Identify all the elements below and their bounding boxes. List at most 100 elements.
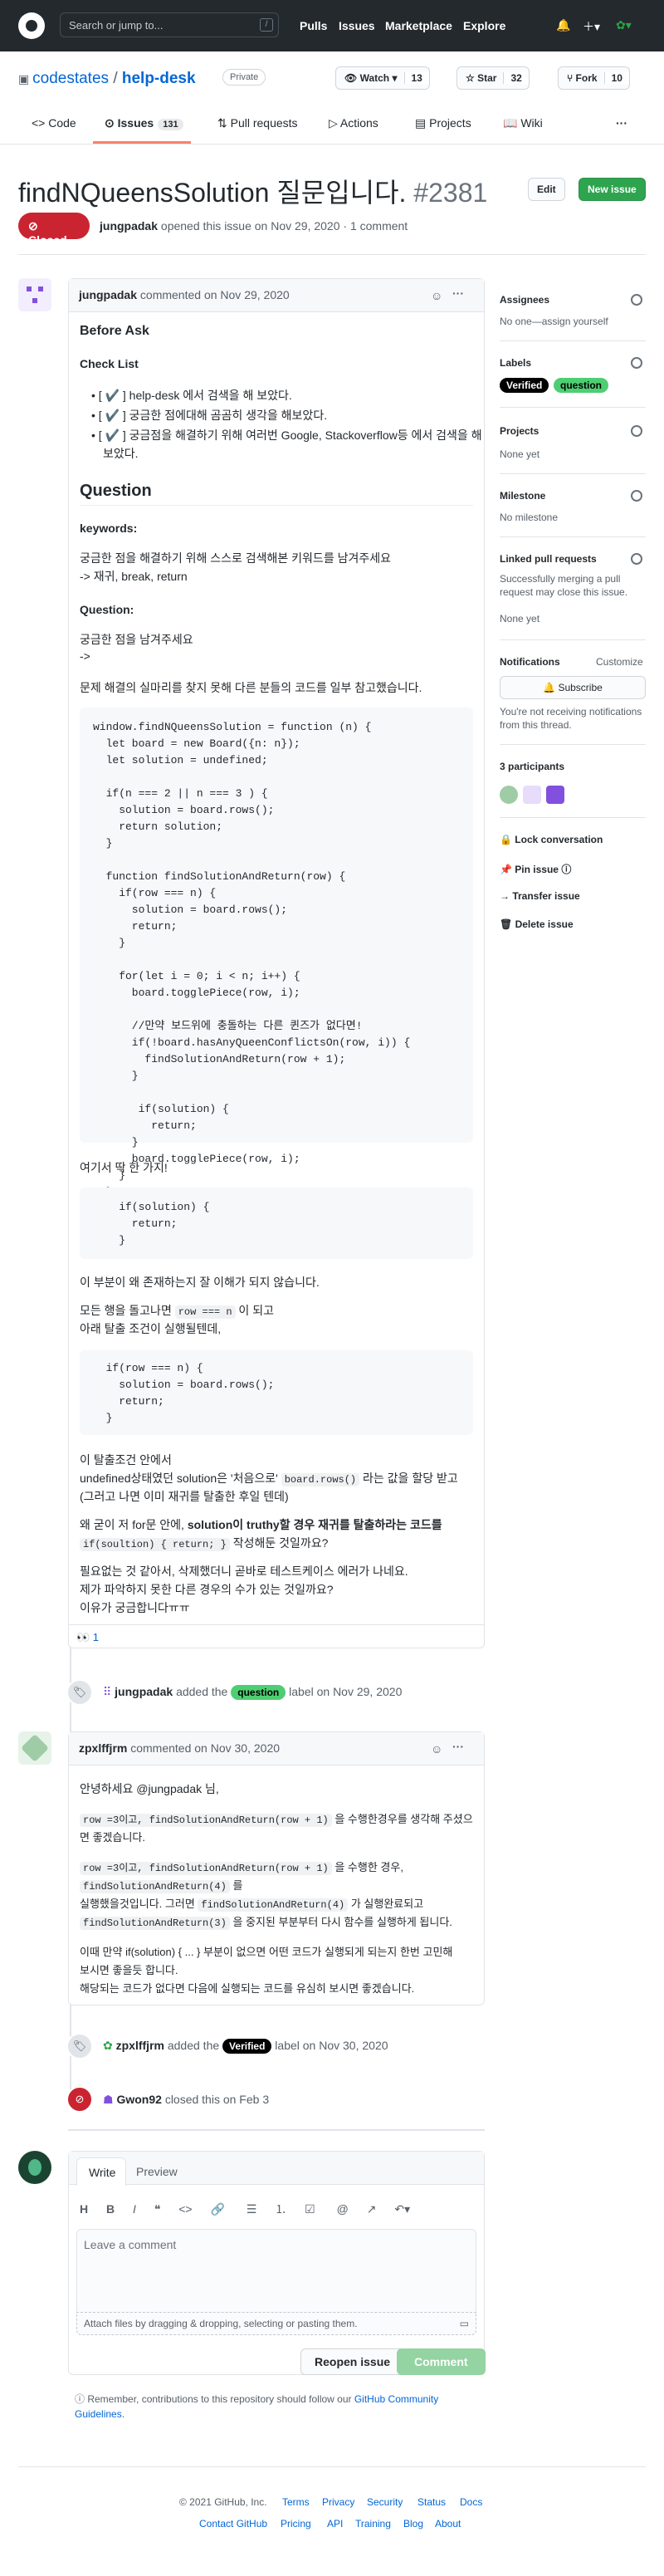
mention-icon[interactable]: @ [337, 2202, 349, 2216]
footer-link-training[interactable]: Training [355, 2518, 391, 2529]
comment-author-link[interactable]: jungpadak [79, 288, 137, 301]
small-avatar[interactable]: ☗ [103, 2093, 116, 2106]
heading-question-2: Question: [80, 603, 134, 616]
footer-link-blog[interactable]: Blog [403, 2518, 423, 2529]
participant-avatar[interactable] [523, 786, 541, 804]
plus-dropdown-icon[interactable]: ＋▾ [583, 18, 600, 35]
footer-link-contact[interactable]: Contact GitHub [199, 2518, 267, 2529]
comment-author-link[interactable]: zpxlffjrm [79, 1741, 127, 1755]
comment-button[interactable]: Comment [397, 2348, 486, 2375]
footer-link-privacy[interactable]: Privacy [322, 2496, 354, 2508]
footer-link-security[interactable]: Security [367, 2496, 403, 2508]
issue-author-link[interactable]: jungpadak [100, 219, 158, 233]
heading-icon[interactable]: H [80, 2202, 88, 2216]
participant-avatar[interactable] [546, 786, 564, 804]
repo-owner-link[interactable]: codestates [32, 70, 109, 87]
sidebar-milestone-title[interactable]: Milestone [500, 490, 545, 502]
task-list-icon[interactable]: ☑ [305, 2202, 315, 2216]
emoji-reaction-icon[interactable]: ☺ [431, 1742, 442, 1756]
tab-preview[interactable]: Preview [136, 2165, 178, 2178]
code-icon[interactable]: <> [178, 2202, 192, 2216]
small-avatar[interactable]: ✿ [103, 2039, 116, 2052]
tab-projects[interactable]: ▤ Projects [415, 116, 471, 130]
gear-icon[interactable] [631, 553, 642, 565]
pin-issue-link[interactable]: 📌 Pin issue ⓘ [500, 862, 571, 876]
footer-link-api[interactable]: API [327, 2518, 343, 2529]
sidebar-projects-title[interactable]: Projects [500, 425, 539, 437]
footer-link-terms[interactable]: Terms [282, 2496, 310, 2508]
participant-avatar[interactable] [500, 786, 518, 804]
sidebar-linked-pr-value: None yet [500, 613, 540, 624]
label-verified[interactable]: Verified [222, 2039, 272, 2054]
tab-actions[interactable]: ▷ Actions [329, 116, 378, 130]
reopen-issue-button[interactable]: Reopen issue [300, 2348, 405, 2375]
tab-write[interactable]: Write [76, 2157, 126, 2186]
ordered-list-icon[interactable]: ⒈ [275, 2202, 286, 2216]
nav-explore[interactable]: Explore [463, 19, 505, 32]
footer-link-docs[interactable]: Docs [460, 2496, 482, 2508]
attach-files-bar[interactable]: Attach files by dragging & dropping, sel… [76, 2312, 476, 2335]
edit-button[interactable]: Edit [528, 178, 565, 201]
fork-count[interactable]: 10 [603, 72, 629, 84]
fork-button[interactable]: ⑂ Fork 10 [558, 66, 630, 90]
avatar[interactable] [18, 278, 51, 311]
more-options-icon[interactable]: ··· [452, 286, 464, 300]
emoji-reaction-icon[interactable]: ☺ [431, 289, 442, 302]
tab-wiki[interactable]: 📖 Wiki [503, 116, 543, 130]
subscribe-button[interactable]: 🔔 Subscribe [500, 676, 646, 699]
more-options-icon[interactable]: ··· [452, 1740, 464, 1753]
footer-link-pricing[interactable]: Pricing [281, 2518, 311, 2529]
gear-icon[interactable] [631, 425, 642, 437]
comment-textarea[interactable]: Leave a comment [76, 2229, 476, 2312]
link-icon[interactable]: 🔗 [211, 2202, 225, 2216]
tab-code[interactable]: <> Code [32, 116, 76, 130]
avatar[interactable] [18, 1731, 51, 1765]
nav-pulls[interactable]: Pulls [300, 19, 327, 32]
label-question[interactable]: question [553, 378, 608, 393]
markdown-icon[interactable]: ▭ [460, 2318, 469, 2329]
footer-link-about[interactable]: About [435, 2518, 461, 2529]
unordered-list-icon[interactable]: ☰ [247, 2202, 257, 2216]
lock-conversation-link[interactable]: 🔒 Lock conversation [500, 834, 603, 845]
bell-icon[interactable]: 🔔 [556, 18, 570, 32]
footer-link-status[interactable]: Status [417, 2496, 446, 2508]
repo-name-link[interactable]: help-desk [122, 70, 196, 87]
label-verified[interactable]: Verified [500, 378, 549, 393]
new-issue-button[interactable]: New issue [579, 178, 646, 201]
reply-icon[interactable]: ↶▾ [394, 2202, 410, 2216]
community-guidelines-link[interactable]: GitHub Community [354, 2393, 438, 2405]
tab-pull-requests[interactable]: ⇅ Pull requests [217, 116, 298, 130]
github-logo-icon[interactable] [18, 12, 45, 39]
small-avatar[interactable]: ⠿ [103, 1685, 115, 1698]
bold-icon[interactable]: B [106, 2202, 115, 2216]
delete-issue-link[interactable]: 🗑 Delete issue [500, 918, 574, 930]
avatar[interactable] [18, 2151, 51, 2184]
gear-icon[interactable] [631, 294, 642, 306]
community-guidelines-link-cont[interactable]: Guidelines. [75, 2408, 124, 2420]
eyes-reaction-button[interactable]: 👀 1 [76, 1631, 99, 1644]
star-count[interactable]: 32 [503, 72, 529, 84]
customize-link[interactable]: Customize [596, 656, 643, 668]
sidebar-labels-title[interactable]: Labels [500, 357, 531, 369]
italic-icon[interactable]: I [133, 2202, 136, 2216]
sidebar-assignees-title[interactable]: Assignees [500, 294, 549, 306]
gear-icon[interactable] [631, 357, 642, 369]
sidebar-linked-pr-title[interactable]: Linked pull requests [500, 553, 597, 565]
star-button[interactable]: ☆ Star 32 [456, 66, 530, 90]
watch-button[interactable]: 👁 Watch ▾ 13 [335, 66, 430, 90]
nav-marketplace[interactable]: Marketplace [385, 19, 452, 32]
quote-icon[interactable]: ❝ [154, 2202, 161, 2216]
more-icon[interactable]: ··· [616, 116, 627, 130]
search-input[interactable]: Search or jump to... / [60, 12, 279, 37]
label-question[interactable]: question [231, 1685, 286, 1700]
transfer-issue-link[interactable]: → Transfer issue [500, 890, 580, 902]
gear-icon[interactable] [631, 490, 642, 502]
user-avatar-menu-icon[interactable]: ✿▾ [616, 18, 632, 32]
notification-status-text: You're not receiving notifications [500, 706, 642, 717]
tab-issues[interactable]: ⊙ Issues 131 [105, 116, 183, 130]
cross-reference-icon[interactable]: ↗ [367, 2202, 377, 2216]
sidebar-assignees-value[interactable]: No one—assign yourself [500, 316, 608, 327]
sidebar-labels-list: Verified question [500, 378, 608, 393]
watch-count[interactable]: 13 [403, 72, 429, 84]
nav-issues[interactable]: Issues [339, 19, 375, 32]
